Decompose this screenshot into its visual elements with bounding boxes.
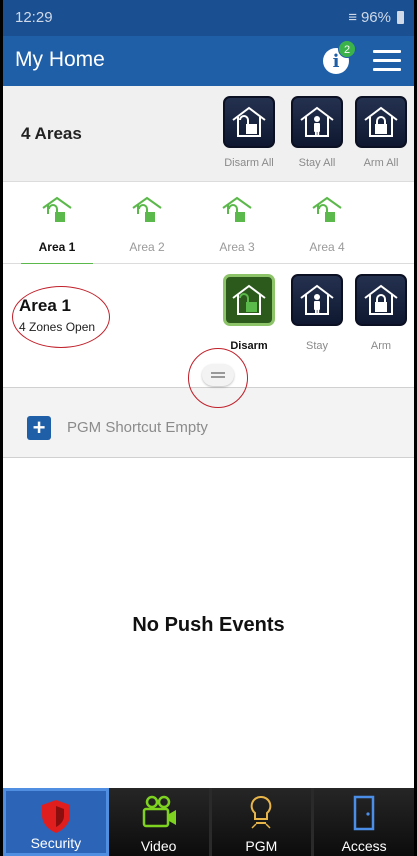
arm-all-label: Arm All (363, 157, 399, 169)
tab-area-4[interactable]: Area 4 (283, 182, 371, 264)
nav-video[interactable]: Video (108, 788, 212, 856)
notification-badge: 2 (338, 40, 356, 58)
areas-count-label: 4 Areas (21, 124, 82, 143)
house-unlocked-icon (232, 106, 266, 137)
all-areas-panel: 4 Areas Disarm All Stay All Arm All (3, 86, 414, 182)
bulb-icon (251, 795, 272, 829)
arm-all-button[interactable] (355, 96, 407, 148)
house-unlocked-icon (132, 196, 162, 222)
tab-area-2[interactable]: Area 2 (103, 182, 191, 264)
stay-all-button[interactable] (291, 96, 343, 148)
area-name: Area 1 (19, 296, 71, 315)
stay-all-label: Stay All (298, 157, 336, 169)
house-unlocked-icon (312, 196, 342, 222)
nav-access[interactable]: Access (314, 788, 414, 856)
tab-area-1[interactable]: Area 1 (13, 182, 101, 265)
stay-label: Stay (305, 340, 328, 352)
tab-area-3[interactable]: Area 3 (193, 182, 281, 264)
empty-events-message: No Push Events (132, 614, 285, 636)
tab-label: Area 3 (219, 240, 255, 254)
add-pgm-shortcut-button[interactable]: + (27, 416, 51, 440)
house-person-icon (300, 284, 334, 315)
arm-label: Arm (370, 340, 392, 352)
area-tabs: Area 1 Area 2 Area 3 Area 4 (3, 182, 414, 265)
disarm-all-button[interactable] (223, 96, 275, 148)
battery-percent: 96% (360, 9, 391, 26)
tab-label: Area 4 (309, 240, 345, 254)
door-icon (353, 795, 375, 831)
page-title: My Home (15, 48, 105, 71)
house-locked-icon (364, 284, 398, 315)
stay-button[interactable] (291, 274, 343, 326)
battery-icon (397, 11, 404, 24)
wifi-icon: ≡ (348, 9, 357, 26)
tab-label: Area 2 (129, 240, 165, 254)
nav-security[interactable]: Security (3, 788, 109, 856)
arm-button[interactable] (355, 274, 407, 326)
disarm-button[interactable] (223, 274, 275, 326)
nav-label: Access (341, 838, 387, 854)
nav-label: Security (30, 835, 82, 851)
disarm-all-label: Disarm All (224, 157, 274, 169)
house-locked-icon (364, 106, 398, 137)
nav-pgm[interactable]: PGM (211, 788, 315, 856)
area-status: 4 Zones Open (19, 320, 96, 334)
tab-label: Area 1 (38, 240, 76, 254)
status-bar: 12:29 ≡ 96% (3, 0, 414, 36)
status-indicators: ≡ 96% (348, 9, 404, 26)
house-unlocked-icon (232, 284, 266, 315)
shield-icon (41, 800, 70, 833)
nav-label: PGM (245, 838, 278, 854)
phone-screen: 12:29 ≡ 96% My Home i 2 4 Areas Disarm A… (0, 0, 417, 856)
pgm-shortcut-text: PGM Shortcut Empty (67, 419, 208, 436)
house-unlocked-icon (222, 196, 252, 222)
bottom-nav: Security Video PGM Access (3, 788, 414, 856)
nav-label: Video (140, 838, 177, 854)
hamburger-menu-icon[interactable] (373, 50, 401, 72)
house-person-icon (300, 106, 334, 137)
status-time: 12:29 (15, 9, 53, 26)
annotation-circle (188, 348, 248, 408)
app-bar: My Home i 2 (3, 36, 414, 86)
house-unlocked-icon (42, 196, 72, 222)
camera-icon (142, 795, 176, 828)
